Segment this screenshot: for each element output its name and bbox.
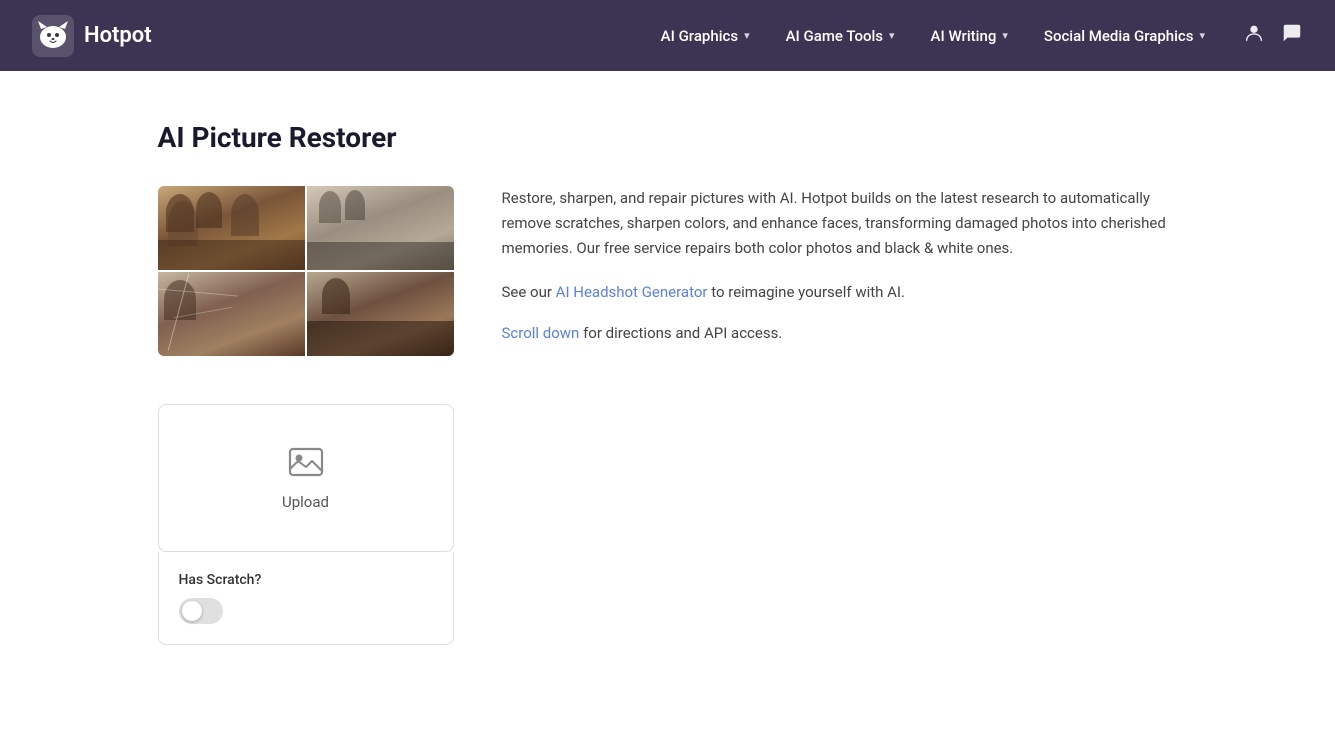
nav-label-ai-writing: AI Writing: [931, 27, 997, 45]
main-content: AI Picture Restorer: [138, 71, 1198, 695]
scroll-suffix: for directions and API access.: [583, 324, 782, 342]
brand-name: Hotpot: [84, 23, 152, 48]
user-icon[interactable]: [1243, 22, 1265, 49]
chevron-down-icon: ▾: [1002, 29, 1008, 42]
nav-label-ai-game-tools: AI Game Tools: [786, 27, 883, 45]
photo-collage-cell-2: [307, 186, 454, 270]
upload-image-icon: [288, 445, 324, 481]
has-scratch-label: Has Scratch?: [179, 572, 433, 588]
scroll-line: Scroll down for directions and API acces…: [502, 321, 1178, 346]
upload-box[interactable]: Upload: [158, 404, 454, 552]
headshot-generator-link[interactable]: AI Headshot Generator: [556, 283, 708, 301]
photo-collage-cell-1: [158, 186, 305, 270]
nav-item-ai-graphics[interactable]: AI Graphics ▾: [647, 19, 764, 53]
photo-collage-cell-4: [307, 272, 454, 356]
has-scratch-toggle[interactable]: [179, 598, 223, 624]
toggle-thumb: [182, 601, 202, 621]
see-our-prefix: See our: [502, 283, 556, 301]
chevron-down-icon: ▾: [1199, 29, 1205, 42]
nav-label-ai-graphics: AI Graphics: [661, 27, 738, 45]
nav-item-ai-writing[interactable]: AI Writing ▾: [917, 19, 1022, 53]
navbar: Hotpot AI Graphics ▾ AI Game Tools ▾ AI …: [0, 0, 1335, 71]
chevron-down-icon: ▾: [889, 29, 895, 42]
upload-label: Upload: [282, 493, 329, 511]
brand-logo-icon: [32, 15, 74, 57]
nav-label-social-media-graphics: Social Media Graphics: [1044, 27, 1194, 45]
navbar-nav: AI Graphics ▾ AI Game Tools ▾ AI Writing…: [647, 19, 1219, 53]
nav-item-ai-game-tools[interactable]: AI Game Tools ▾: [772, 19, 909, 53]
options-box: Has Scratch?: [158, 552, 454, 645]
navbar-icons: [1243, 22, 1303, 49]
scroll-down-link[interactable]: Scroll down: [502, 324, 580, 342]
chat-icon[interactable]: [1281, 22, 1303, 49]
photo-collage: [158, 186, 454, 356]
photo-collage-cell-3: [158, 272, 305, 356]
description-section: Restore, sharpen, and repair pictures wi…: [502, 186, 1178, 356]
upload-section: Upload Has Scratch?: [158, 404, 454, 645]
see-our-line: See our AI Headshot Generator to reimagi…: [502, 280, 1178, 305]
page-title: AI Picture Restorer: [158, 121, 1178, 154]
see-our-suffix: to reimagine yourself with AI.: [711, 283, 905, 301]
top-section: Restore, sharpen, and repair pictures wi…: [158, 186, 1178, 356]
toggle-track: [179, 598, 223, 624]
brand-logo-link[interactable]: Hotpot: [32, 15, 152, 57]
chevron-down-icon: ▾: [744, 29, 750, 42]
description-text: Restore, sharpen, and repair pictures wi…: [502, 186, 1178, 260]
has-scratch-toggle-wrapper: [179, 598, 433, 624]
nav-item-social-media-graphics[interactable]: Social Media Graphics ▾: [1030, 19, 1219, 53]
